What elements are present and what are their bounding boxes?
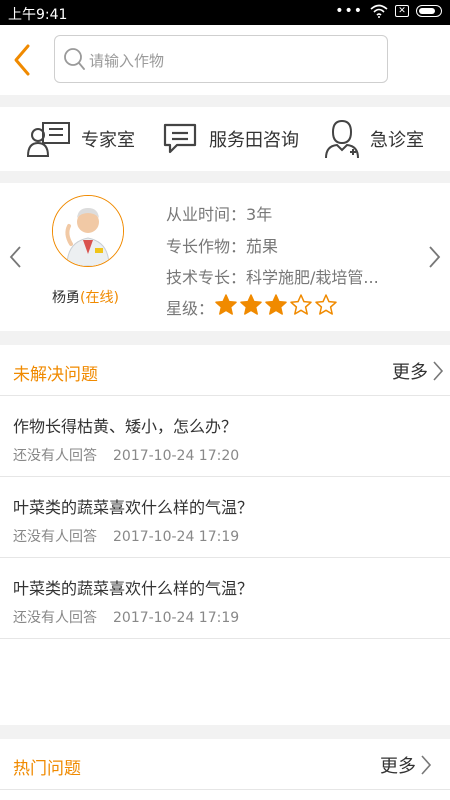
chevron-left-icon — [14, 44, 30, 76]
star-filled-icon — [215, 294, 237, 315]
menu-expert-room-label: 专家室 — [81, 130, 135, 151]
question-text: 叶菜类的蔬菜喜欢什么样的气温？ — [13, 579, 254, 598]
crop-label: 专长作物： — [166, 237, 247, 256]
hot-header: 热门问题 更多 — [0, 739, 450, 790]
skill-label: 技术专长： — [166, 268, 247, 287]
expert-skill-row: 技术专长：科学施肥/栽培管... — [166, 264, 379, 288]
status-time: 上午9:41 — [8, 7, 68, 23]
chevron-right-icon — [429, 246, 441, 268]
question-time: 2017-10-24 17:19 — [113, 529, 240, 545]
wifi-icon — [370, 4, 388, 18]
back-button[interactable] — [8, 41, 38, 79]
star-filled-icon — [265, 294, 287, 315]
star-empty-icon — [315, 294, 337, 315]
hot-section: 热门问题 更多 — [0, 739, 450, 800]
more-dots-icon: ••• — [335, 3, 363, 19]
hot-more-button[interactable]: 更多 — [380, 752, 432, 778]
question-item[interactable]: 作物长得枯黄、矮小，怎么办？ 还没有人回答 2017-10-24 17:20 — [0, 396, 450, 477]
question-text: 作物长得枯黄、矮小，怎么办？ — [13, 417, 238, 436]
search-box[interactable] — [54, 35, 388, 83]
skill-value: 科学施肥/栽培管... — [246, 268, 379, 287]
question-item[interactable]: 叶菜类的蔬菜喜欢什么样的气温？ 还没有人回答 2017-10-24 17:19 — [0, 558, 450, 639]
answer-status: 还没有人回答 — [13, 529, 97, 545]
years-value: 3年 — [246, 205, 273, 224]
chevron-right-icon — [433, 361, 444, 381]
star-filled-icon — [240, 294, 262, 315]
top-header — [0, 25, 450, 95]
unsolved-section: 未解决问题 更多 作物长得枯黄、矮小，怎么办？ 还没有人回答 2017-10-24… — [0, 345, 450, 725]
expert-crop-row: 专长作物：茄果 — [166, 233, 278, 257]
expert-online-status: (在线) — [80, 290, 119, 306]
unsolved-more-button[interactable]: 更多 — [392, 358, 444, 384]
question-meta: 还没有人回答 2017-10-24 17:19 — [13, 607, 239, 627]
menu-emergency-room-label: 急诊室 — [370, 130, 424, 151]
service-menu: 专家室 服务田咨询 急诊室 — [0, 107, 450, 171]
question-meta: 还没有人回答 2017-10-24 17:20 — [13, 445, 239, 465]
chat-bubble-icon — [163, 123, 197, 154]
expert-avatar[interactable] — [52, 195, 124, 267]
crop-value: 茄果 — [246, 237, 279, 256]
expert-card[interactable]: 杨勇(在线) 从业时间：3年 专长作物：茄果 技术专长：科学施肥/栽培管... … — [0, 183, 450, 331]
question-item[interactable]: 叶菜类的蔬菜喜欢什么样的气温？ 还没有人回答 2017-10-24 17:19 — [0, 477, 450, 558]
unsolved-header: 未解决问题 更多 — [0, 345, 450, 396]
menu-field-consult-label: 服务田咨询 — [209, 130, 299, 151]
answer-status: 还没有人回答 — [13, 610, 97, 626]
doctor-icon — [325, 119, 359, 159]
next-expert-button[interactable] — [424, 243, 444, 271]
question-time: 2017-10-24 17:19 — [113, 610, 240, 626]
menu-emergency-room[interactable]: 急诊室 — [324, 115, 424, 163]
hot-more-label: 更多 — [380, 756, 416, 777]
unsolved-title: 未解决问题 — [13, 365, 98, 385]
expert-name-line: 杨勇(在线) — [52, 287, 119, 307]
status-icons: ••• ✕ — [335, 4, 442, 18]
chevron-right-icon — [421, 755, 432, 775]
prev-expert-button[interactable] — [6, 243, 26, 271]
answer-status: 还没有人回答 — [13, 448, 97, 464]
unsolved-more-label: 更多 — [392, 362, 428, 383]
question-text: 叶菜类的蔬菜喜欢什么样的气温？ — [13, 498, 254, 517]
question-meta: 还没有人回答 2017-10-24 17:19 — [13, 526, 239, 546]
years-label: 从业时间： — [166, 205, 247, 224]
chevron-left-icon — [9, 246, 21, 268]
rating-label: 星级： — [166, 299, 215, 318]
question-time: 2017-10-24 17:20 — [113, 448, 240, 464]
menu-expert-room[interactable]: 专家室 — [27, 115, 135, 163]
expert-rating-row: 星级： — [166, 295, 214, 319]
search-input[interactable] — [87, 48, 381, 74]
hot-title: 热门问题 — [13, 759, 81, 779]
status-bar: 上午9:41 ••• ✕ — [0, 0, 450, 25]
no-sim-icon: ✕ — [395, 5, 409, 17]
expert-years-row: 从业时间：3年 — [166, 201, 272, 225]
star-empty-icon — [290, 294, 312, 315]
battery-icon — [416, 5, 442, 17]
expert-board-icon — [27, 122, 70, 157]
menu-field-consult[interactable]: 服务田咨询 — [163, 115, 299, 163]
search-icon — [64, 48, 85, 70]
rating-stars — [214, 293, 338, 317]
expert-name: 杨勇 — [52, 290, 80, 306]
